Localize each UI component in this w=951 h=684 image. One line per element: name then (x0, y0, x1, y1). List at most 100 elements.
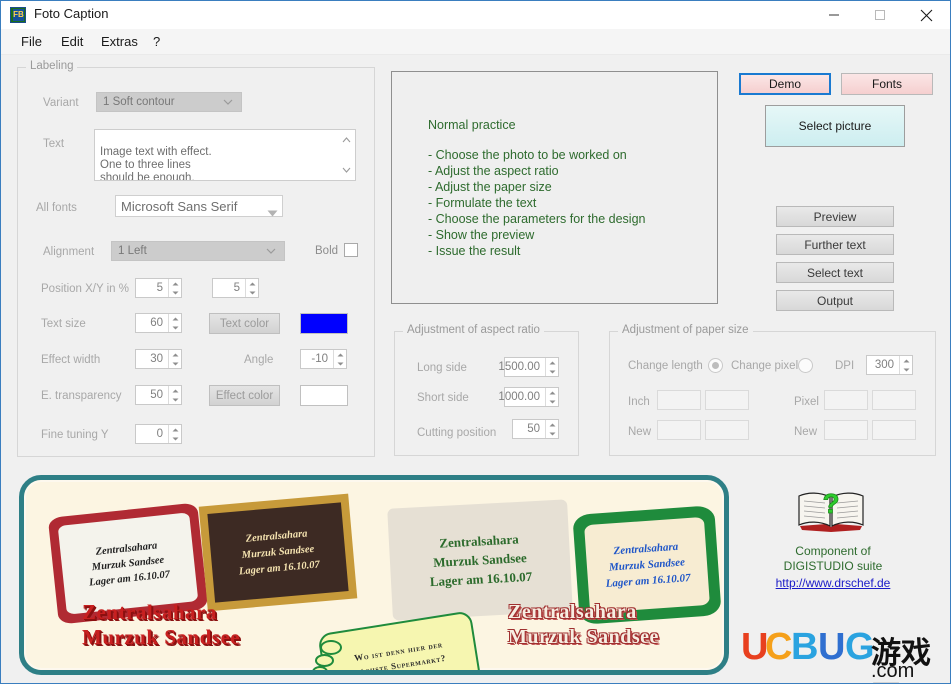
text-size-spin-buttons[interactable] (168, 314, 181, 332)
website-link[interactable]: http://www.drschef.de (743, 576, 923, 590)
change-length-radio[interactable] (708, 358, 723, 373)
inch-field-b[interactable] (705, 390, 749, 410)
fine-tuning-stepper[interactable]: 0 (135, 424, 182, 444)
dpi-stepper[interactable]: 300 (866, 355, 913, 375)
watermark-letter-c: C (765, 626, 793, 668)
inch-label: Inch (628, 396, 650, 408)
change-pixel-radio[interactable] (798, 358, 813, 373)
transparency-spin-buttons[interactable] (168, 386, 181, 404)
pixel-field-b[interactable] (872, 390, 916, 410)
angle-label: Angle (244, 354, 274, 366)
transparency-stepper[interactable]: 50 (135, 385, 182, 405)
long-side-stepper[interactable]: 1500.00 (498, 357, 559, 377)
select-text-button[interactable]: Select text (776, 262, 894, 283)
spin-up-icon[interactable] (169, 350, 181, 359)
further-text-button[interactable]: Further text (776, 234, 894, 255)
menu-item-file[interactable]: File (15, 33, 48, 52)
fonts-button[interactable]: Fonts (841, 73, 933, 95)
spin-down-icon[interactable] (169, 359, 181, 368)
select-picture-button[interactable]: Select picture (765, 105, 905, 147)
angle-stepper[interactable]: -10 (300, 349, 347, 369)
spin-down-icon[interactable] (334, 359, 346, 368)
sample-card-stamp: Zentralsahara Murzuk Sandsee Lager am 16… (198, 493, 358, 612)
maximize-button[interactable] (857, 1, 903, 29)
long-side-spin-buttons[interactable] (545, 358, 558, 376)
sample-gallery-banner[interactable]: Zentralsahara Murzuk Sandsee Lager am 16… (19, 475, 729, 675)
spin-up-icon[interactable] (169, 314, 181, 323)
spin-up-icon[interactable] (546, 388, 558, 397)
instructions-title: Normal practice (428, 118, 516, 132)
spin-up-icon[interactable] (246, 279, 258, 288)
alignment-combo[interactable]: 1 Left (111, 241, 285, 261)
scroll-down-icon[interactable] (339, 163, 354, 177)
position-x-stepper[interactable]: 5 (135, 278, 182, 298)
angle-value: -10 (311, 353, 328, 365)
watermark-letter-u2: U (818, 626, 846, 668)
spin-down-icon[interactable] (169, 323, 181, 332)
angle-spin-buttons[interactable] (333, 350, 346, 368)
transparency-value: 50 (150, 389, 163, 401)
spin-down-icon[interactable] (169, 395, 181, 404)
spin-down-icon[interactable] (546, 429, 558, 438)
short-side-spin-buttons[interactable] (545, 388, 558, 406)
spin-up-icon[interactable] (169, 425, 181, 434)
menu-item-help[interactable]: ? (147, 33, 166, 52)
position-y-spin-buttons[interactable] (245, 279, 258, 297)
spin-up-icon[interactable] (169, 279, 181, 288)
menu-bar: File Edit Extras ? (1, 29, 950, 55)
spin-up-icon[interactable] (169, 386, 181, 395)
spin-up-icon[interactable] (900, 356, 912, 365)
dpi-spin-buttons[interactable] (899, 356, 912, 374)
bold-checkbox[interactable] (344, 243, 358, 257)
preview-button[interactable]: Preview (776, 206, 894, 227)
text-input[interactable]: Image text with effect. One to three lin… (94, 129, 356, 181)
spin-down-icon[interactable] (546, 367, 558, 376)
wordart-line: Zentralsahara (82, 600, 217, 624)
variant-combo[interactable]: 1 Soft contour (96, 92, 242, 112)
menu-item-edit[interactable]: Edit (55, 33, 89, 52)
pixel-new-field-b[interactable] (872, 420, 916, 440)
effect-color-swatch[interactable] (300, 385, 348, 406)
inch-field-a[interactable] (657, 390, 701, 410)
effect-width-stepper[interactable]: 30 (135, 349, 182, 369)
inch-new-field-b[interactable] (705, 420, 749, 440)
paper-size-group-title: Adjustment of paper size (618, 324, 753, 336)
spin-down-icon[interactable] (246, 288, 258, 297)
effect-width-spin-buttons[interactable] (168, 350, 181, 368)
scroll-up-icon[interactable] (339, 133, 354, 147)
spin-up-icon[interactable] (546, 420, 558, 429)
long-side-label: Long side (417, 362, 467, 374)
change-length-label: Change length (628, 360, 703, 372)
text-color-button[interactable]: Text color (209, 313, 280, 334)
spin-down-icon[interactable] (900, 365, 912, 374)
output-button[interactable]: Output (776, 290, 894, 311)
fine-tuning-spin-buttons[interactable] (168, 425, 181, 443)
font-family-combo[interactable]: Microsoft Sans Serif (115, 195, 283, 217)
spin-up-icon[interactable] (334, 350, 346, 359)
text-size-stepper[interactable]: 60 (135, 313, 182, 333)
minimize-button[interactable] (811, 1, 857, 29)
close-button[interactable] (903, 1, 949, 29)
text-scrollbar[interactable] (339, 131, 354, 179)
demo-button[interactable]: Demo (739, 73, 831, 95)
cutting-position-stepper[interactable]: 50 (512, 419, 559, 439)
position-x-spin-buttons[interactable] (168, 279, 181, 297)
spin-up-icon[interactable] (546, 358, 558, 367)
spin-down-icon[interactable] (169, 434, 181, 443)
book-question-icon: ? (796, 486, 866, 534)
alignment-label: Alignment (43, 246, 95, 258)
cutting-position-spin-buttons[interactable] (545, 420, 558, 438)
spin-down-icon[interactable] (546, 397, 558, 406)
text-color-swatch[interactable] (300, 313, 348, 334)
inch-new-field-a[interactable] (657, 420, 701, 440)
menu-item-extras[interactable]: Extras (95, 33, 144, 52)
pixel-field-a[interactable] (824, 390, 868, 410)
position-y-value: 5 (233, 282, 240, 294)
watermark-letter-b: B (791, 626, 819, 668)
effect-color-button[interactable]: Effect color (209, 385, 280, 406)
spin-down-icon[interactable] (169, 288, 181, 297)
short-side-stepper[interactable]: 1000.00 (498, 387, 559, 407)
pixel-new-field-a[interactable] (824, 420, 868, 440)
position-y-stepper[interactable]: 5 (212, 278, 259, 298)
font-dropdown-icon[interactable] (267, 204, 278, 222)
